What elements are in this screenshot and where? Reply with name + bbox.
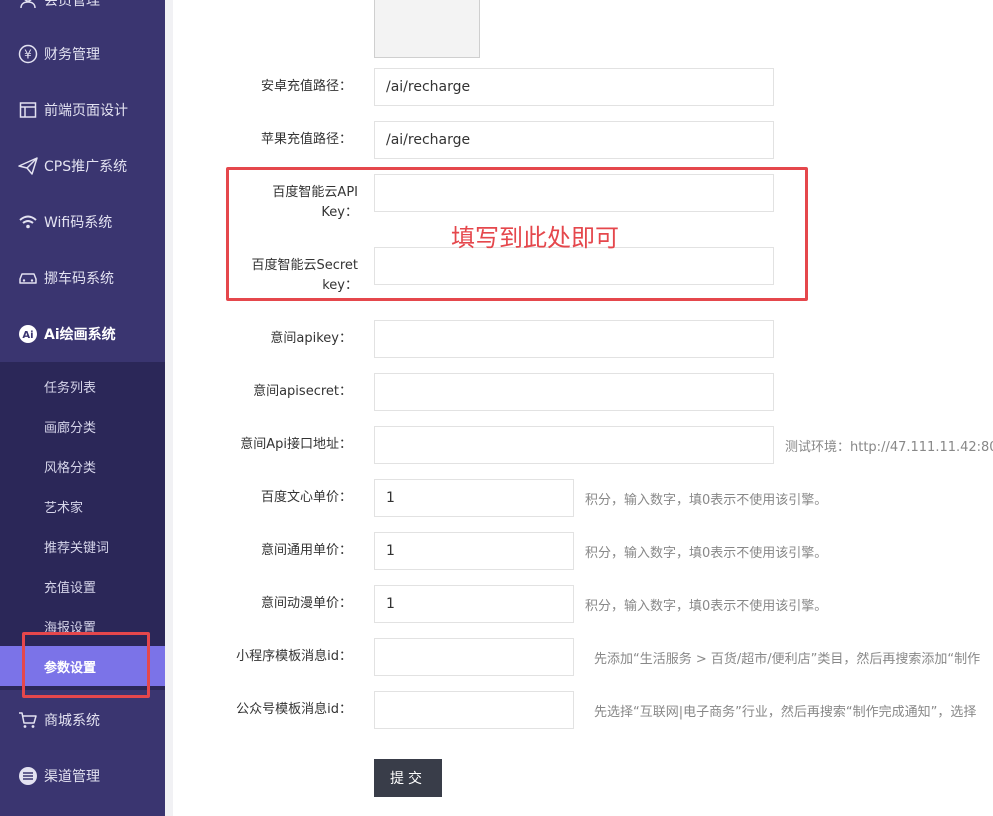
sidebar-item-label: Ai绘画系统 <box>44 327 116 343</box>
yijian-api-url-input[interactable] <box>374 426 774 464</box>
annotation-text: 填写到此处即可 <box>451 224 619 252</box>
android-recharge-path-input[interactable]: /ai/recharge <box>374 68 774 106</box>
submenu-item-label: 充值设置 <box>44 580 97 596</box>
submenu-item-task-list[interactable]: 任务列表 <box>0 366 165 406</box>
yijian-api-url-hint: 测试环境：http://47.111.11.42:808 <box>785 440 993 455</box>
miniprogram-template-label: 小程序模板消息id： <box>236 649 352 664</box>
yijian-anime-price-input[interactable]: 1 <box>374 585 574 623</box>
sidebar-item-finance[interactable]: ¥ 财务管理 <box>0 26 165 82</box>
sidebar-item-wifi[interactable]: Wifi码系统 <box>0 194 165 250</box>
submit-button[interactable]: 提交 <box>374 759 442 797</box>
sidebar-item-ai-drawing[interactable]: Ai Ai绘画系统 <box>0 306 165 362</box>
yijian-general-price-input[interactable]: 1 <box>374 532 574 570</box>
svg-text:¥: ¥ <box>24 48 32 62</box>
sidebar-item-label: 前端页面设计 <box>44 103 128 119</box>
sidebar-item-label: 商城系统 <box>44 713 100 729</box>
submenu-item-style-category[interactable]: 风格分类 <box>0 446 165 486</box>
yijian-anime-price-label: 意间动漫单价： <box>260 596 352 611</box>
official-template-label: 公众号模板消息id： <box>236 702 352 717</box>
official-template-input[interactable] <box>374 691 574 729</box>
baidu-wenxin-price-hint: 积分，输入数字，填0表示不使用该引擎。 <box>585 493 828 508</box>
sidebar-divider <box>165 0 173 816</box>
ios-recharge-path-label: 苹果充值路径： <box>260 132 352 147</box>
yijian-api-url-label: 意间Api接口地址： <box>240 437 352 452</box>
android-recharge-path-label: 安卓充值路径： <box>260 79 352 94</box>
submenu-item-label: 艺术家 <box>44 500 84 516</box>
sidebar-item-label: 财务管理 <box>44 47 100 63</box>
sidebar-item-car[interactable]: 挪车码系统 <box>0 250 165 306</box>
submenu-item-gallery-category[interactable]: 画廊分类 <box>0 406 165 446</box>
sidebar-item-cps[interactable]: CPS推广系统 <box>0 138 165 194</box>
channel-icon <box>18 766 38 786</box>
yijian-anime-price-hint: 积分，输入数字，填0表示不使用该引擎。 <box>585 599 828 614</box>
submenu-item-recharge-settings[interactable]: 充值设置 <box>0 566 165 606</box>
highlight-box-menu <box>22 632 150 698</box>
sidebar-item-label: CPS推广系统 <box>44 159 128 175</box>
baidu-wenxin-price-label: 百度文心单价： <box>260 490 352 505</box>
image-upload-preview[interactable] <box>374 0 480 58</box>
sidebar-item-channel[interactable]: 渠道管理 <box>0 748 165 804</box>
sidebar-item-mall[interactable]: 商城系统 <box>0 692 165 748</box>
ai-icon: Ai <box>18 324 38 344</box>
miniprogram-template-hint: 先添加“生活服务 > 百货/超市/便利店”类目，然后再搜索添加“制作 <box>594 652 981 667</box>
submenu-item-label: 画廊分类 <box>44 420 97 436</box>
submenu-item-label: 推荐关键词 <box>44 540 110 556</box>
sidebar-item-label: 挪车码系统 <box>44 271 114 287</box>
sidebar-item-label: Wifi码系统 <box>44 215 113 231</box>
layout-icon <box>18 100 38 120</box>
car-icon <box>18 268 38 288</box>
yijian-apisecret-input[interactable] <box>374 373 774 411</box>
yijian-general-price-label: 意间通用单价： <box>260 543 352 558</box>
wifi-icon <box>18 212 38 232</box>
paper-plane-icon <box>18 156 38 176</box>
svg-text:Ai: Ai <box>22 330 33 341</box>
yijian-apikey-input[interactable] <box>374 320 774 358</box>
yen-icon: ¥ <box>18 44 38 64</box>
sidebar-item-label: 会员管理 <box>44 0 100 9</box>
yijian-apikey-label: 意间apikey： <box>270 331 352 346</box>
user-icon <box>18 0 38 10</box>
miniprogram-template-input[interactable] <box>374 638 574 676</box>
submenu-item-label: 任务列表 <box>44 380 97 396</box>
cart-icon <box>18 710 38 730</box>
yijian-general-price-hint: 积分，输入数字，填0表示不使用该引擎。 <box>585 546 828 561</box>
submenu-item-artist[interactable]: 艺术家 <box>0 486 165 526</box>
sidebar-item-member[interactable]: 会员管理 <box>0 0 165 28</box>
baidu-wenxin-price-input[interactable]: 1 <box>374 479 574 517</box>
ios-recharge-path-input[interactable]: /ai/recharge <box>374 121 774 159</box>
submenu-item-label: 风格分类 <box>44 460 97 476</box>
sidebar-item-label: 渠道管理 <box>44 769 100 785</box>
official-template-hint: 先选择“互联网|电子商务”行业，然后再搜索“制作完成通知”，选择 <box>594 705 977 720</box>
sidebar-item-frontend-design[interactable]: 前端页面设计 <box>0 82 165 138</box>
yijian-apisecret-label: 意间apisecret： <box>253 384 352 399</box>
submenu-item-keywords[interactable]: 推荐关键词 <box>0 526 165 566</box>
